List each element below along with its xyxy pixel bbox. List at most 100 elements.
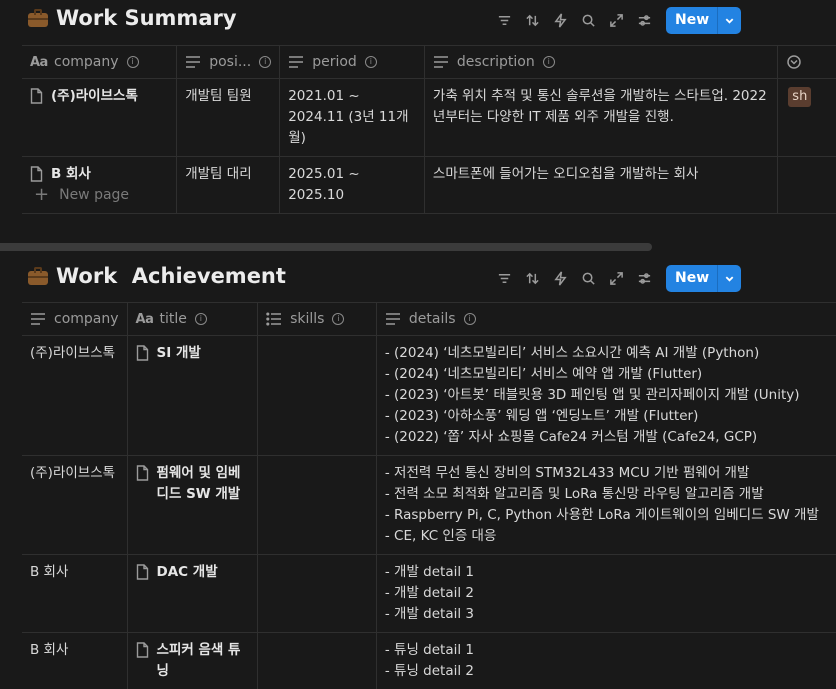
text-property-icon: [288, 55, 304, 69]
row-details: - 개발 detail 1 - 개발 detail 2 - 개발 detail …: [375, 554, 836, 633]
work-summary-table: Aa company i posi... i period i description i…: [22, 45, 836, 214]
title-property-icon: Aa: [135, 312, 154, 327]
expand-icon[interactable]: [602, 8, 630, 34]
briefcase-icon: [28, 9, 48, 27]
work-summary-header: Work Summary New: [0, 0, 836, 40]
text-property-icon: [185, 55, 201, 69]
page-icon: [30, 88, 43, 104]
new-button[interactable]: New: [666, 265, 742, 292]
table-header-row: Aa company i posi... i period i description i: [22, 45, 836, 79]
work-achievement-database: Work Achievement New company Aa title i sk…: [0, 258, 836, 689]
row-description: 가축 위치 추적 및 통신 솔루션을 개발하는 스타트업. 2022년부터는 다…: [423, 78, 778, 157]
row-company: B 회사: [22, 554, 128, 633]
table-row[interactable]: B 회사 개발팀 대리 2025.01 ~ 2025.10 스마트폰에 들어가는…: [22, 156, 836, 214]
row-details: - 튜닝 detail 1 - 튜닝 detail 2: [375, 632, 836, 689]
settings-icon[interactable]: [630, 266, 658, 292]
column-header-description[interactable]: description i: [423, 45, 778, 79]
detail-line: - 개발 detail 1: [384, 564, 474, 580]
horizontal-scrollbar[interactable]: [0, 243, 652, 251]
info-icon: i: [259, 56, 272, 68]
info-icon: i: [542, 56, 555, 68]
detail-line: - 튜닝 detail 1: [384, 642, 474, 658]
settings-icon[interactable]: [630, 8, 658, 34]
row-skills: [257, 335, 377, 456]
chevron-down-icon[interactable]: [717, 265, 741, 292]
row-skills: [257, 455, 377, 555]
page-icon: [136, 345, 149, 361]
info-icon: i: [364, 56, 377, 68]
detail-line: - 개발 detail 2: [384, 585, 474, 601]
page-icon: [136, 564, 149, 580]
row-skills: [257, 554, 377, 633]
column-header-skills[interactable]: skills i: [257, 302, 377, 336]
row-position: 개발팀 대리: [176, 156, 280, 214]
chevron-down-icon[interactable]: [717, 7, 741, 34]
filter-icon[interactable]: [490, 266, 518, 292]
row-title[interactable]: DAC 개발: [157, 562, 218, 583]
detail-line: - (2022) ‘쫍’ 자사 쇼핑몰 Cafe24 커스텀 개발 (Cafe2…: [384, 429, 758, 445]
row-details: - 저전력 무선 통신 장비의 STM32L433 MCU 기반 펌웨어 개발 …: [375, 455, 836, 555]
text-property-icon: [30, 312, 46, 326]
page-icon: [136, 465, 149, 481]
row-title[interactable]: 스피커 음색 튜닝: [157, 640, 250, 682]
new-button[interactable]: New: [666, 7, 742, 34]
page-icon: [30, 166, 43, 182]
text-property-icon: [433, 55, 449, 69]
info-icon: i: [126, 56, 139, 68]
info-icon: i: [463, 313, 476, 325]
row-company: (주)라이브스톡: [22, 335, 128, 456]
info-icon: i: [332, 313, 345, 325]
title-property-icon: Aa: [30, 55, 48, 70]
table-row[interactable]: B 회사 스피커 음색 튜닝 - 튜닝 detail 1 - 튜닝 detail…: [22, 632, 836, 689]
row-details: - (2024) ‘네츠모빌리티’ 서비스 소요시간 예측 AI 개발 (Pyt…: [375, 335, 836, 456]
detail-line: - Raspberry Pi, C, Python 사용한 LoRa 게이트웨이…: [384, 507, 819, 523]
table-row[interactable]: (주)라이브스톡 펌웨어 및 임베디드 SW 개발 - 저전력 무선 통신 장비…: [22, 455, 836, 555]
new-page-button[interactable]: + New page: [34, 186, 129, 204]
detail-line: - (2024) ‘네츠모빌리티’ 서비스 예약 앱 개발 (Flutter): [384, 366, 703, 382]
text-property-icon: [385, 312, 401, 326]
work-achievement-table: company Aa title i skills i details i (주)라이브…: [22, 302, 836, 689]
row-description: 스마트폰에 들어가는 오디오칩을 개발하는 회사: [423, 156, 778, 214]
work-summary-database: Work Summary New Aa company i posi... i per…: [0, 0, 836, 240]
search-icon[interactable]: [574, 8, 602, 34]
automation-icon[interactable]: [546, 8, 574, 34]
work-summary-toolbar: New: [490, 7, 742, 34]
work-achievement-toolbar: New: [490, 265, 742, 292]
row-company[interactable]: (주)라이브스톡: [51, 86, 138, 107]
select-tag: sh: [788, 87, 812, 107]
column-header-period[interactable]: period i: [279, 45, 425, 79]
automation-icon[interactable]: [546, 266, 574, 292]
column-header-details[interactable]: details i: [375, 302, 836, 336]
work-achievement-header: Work Achievement New: [0, 258, 836, 298]
briefcase-icon: [28, 267, 48, 285]
column-header-position[interactable]: posi... i: [176, 45, 280, 79]
expand-icon[interactable]: [602, 266, 630, 292]
column-header-select[interactable]: [777, 45, 836, 79]
table-row[interactable]: (주)라이브스톡 SI 개발 - (2024) ‘네츠모빌리티’ 서비스 소요시…: [22, 335, 836, 456]
row-skills: [257, 632, 377, 689]
work-summary-title[interactable]: Work Summary: [28, 6, 237, 30]
row-position: 개발팀 팀원: [176, 78, 280, 157]
select-property-icon: [786, 55, 802, 69]
column-header-title[interactable]: Aa title i: [126, 302, 258, 336]
row-period: 2021.01 ~ 2024.11 (3년 11개월): [279, 78, 425, 157]
sort-icon[interactable]: [518, 8, 546, 34]
row-company: B 회사: [22, 632, 128, 689]
row-company: (주)라이브스톡: [22, 455, 128, 555]
detail-line: - (2023) ‘아트봇’ 태블릿용 3D 페인팅 앱 및 관리자페이지 개발…: [384, 387, 800, 403]
filter-icon[interactable]: [490, 8, 518, 34]
detail-line: - (2023) ‘아하소풍’ 웨딩 앱 ‘엔딩노트’ 개발 (Flutter): [384, 408, 699, 424]
work-achievement-title[interactable]: Work Achievement: [28, 264, 286, 288]
table-row[interactable]: B 회사 DAC 개발 - 개발 detail 1 - 개발 detail 2 …: [22, 554, 836, 633]
row-title[interactable]: SI 개발: [157, 343, 201, 364]
detail-line: - CE, KC 인증 대응: [384, 528, 497, 544]
search-icon[interactable]: [574, 266, 602, 292]
sort-icon[interactable]: [518, 266, 546, 292]
column-header-company[interactable]: Aa company i: [22, 45, 177, 79]
detail-line: - 전력 소모 최적화 알고리즘 및 LoRa 통신망 라우팅 알고리즘 개발: [384, 486, 764, 502]
table-row[interactable]: (주)라이브스톡 개발팀 팀원 2021.01 ~ 2024.11 (3년 11…: [22, 78, 836, 157]
column-header-company[interactable]: company: [22, 302, 128, 336]
row-title[interactable]: 펌웨어 및 임베디드 SW 개발: [157, 463, 250, 505]
row-company[interactable]: B 회사: [51, 164, 91, 185]
multi-select-property-icon: [266, 312, 282, 326]
